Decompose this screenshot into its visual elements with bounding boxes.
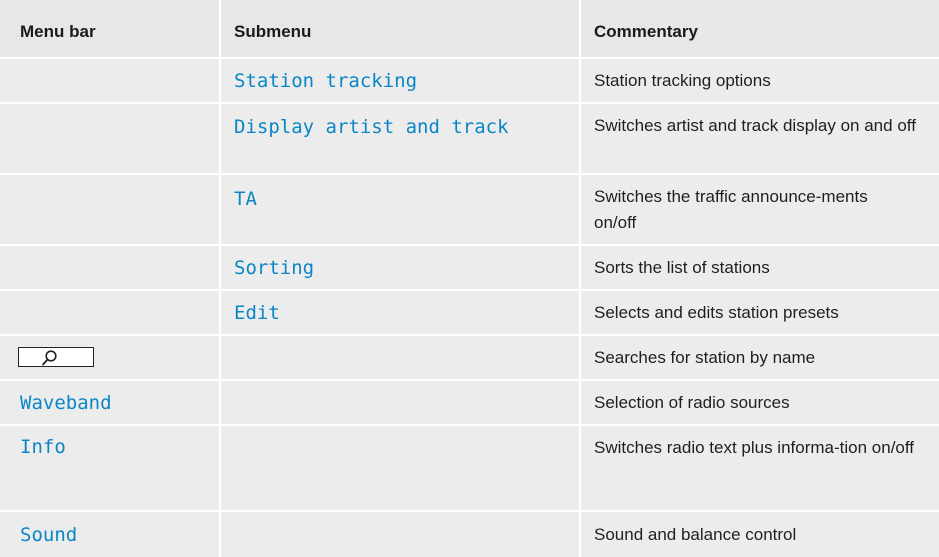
menu-info[interactable]: Info: [20, 434, 66, 460]
menu-cell: [0, 246, 219, 289]
header-submenu: Submenu: [234, 22, 312, 41]
commentary-cell: Sorts the list of stations: [581, 246, 939, 289]
submenu-cell: [221, 381, 579, 424]
table-row: Waveband Selection of radio sources: [0, 381, 939, 424]
header-menu-bar: Menu bar: [20, 22, 96, 41]
commentary-text: Sound and balance control: [594, 525, 797, 544]
menu-table: Menu bar Submenu Commentary Station trac…: [0, 0, 939, 557]
menu-cell: [0, 175, 219, 244]
menu-cell: Info: [0, 426, 219, 510]
menu-sound[interactable]: Sound: [20, 522, 77, 548]
submenu-display-artist-and-track[interactable]: Display artist and track: [234, 114, 509, 140]
commentary-text: Station tracking options: [594, 71, 771, 90]
menu-cell: [0, 59, 219, 102]
submenu-sorting[interactable]: Sorting: [234, 255, 314, 281]
commentary-cell: Sound and balance control: [581, 512, 939, 557]
commentary-text: Switches the traffic announce-ments on/o…: [594, 187, 868, 232]
submenu-cell: Display artist and track: [221, 104, 579, 173]
submenu-cell: Station tracking: [221, 59, 579, 102]
commentary-cell: Switches radio text plus informa-tion on…: [581, 426, 939, 510]
submenu-cell: [221, 336, 579, 379]
table-row: Info Switches radio text plus informa-ti…: [0, 426, 939, 510]
table-row: Sorting Sorts the list of stations: [0, 246, 939, 289]
commentary-cell: Switches the traffic announce-ments on/o…: [581, 175, 939, 244]
commentary-cell: Searches for station by name: [581, 336, 939, 379]
search-button[interactable]: [18, 347, 94, 367]
submenu-cell: [221, 512, 579, 557]
submenu-edit[interactable]: Edit: [234, 300, 280, 326]
table-row: Sound Sound and balance control: [0, 512, 939, 557]
commentary-cell: Selection of radio sources: [581, 381, 939, 424]
table-row: Station tracking Station tracking option…: [0, 59, 939, 102]
menu-cell: [0, 336, 219, 379]
submenu-station-tracking[interactable]: Station tracking: [234, 68, 417, 94]
table-row: TA Switches the traffic announce-ments o…: [0, 175, 939, 244]
submenu-cell: [221, 426, 579, 510]
commentary-text: Selects and edits station presets: [594, 303, 839, 322]
commentary-text: Sorts the list of stations: [594, 258, 770, 277]
table-row: Display artist and track Switches artist…: [0, 104, 939, 173]
commentary-text: Switches radio text plus informa-tion on…: [594, 438, 915, 457]
commentary-text: Switches artist and track display on and…: [594, 116, 916, 135]
submenu-cell: Sorting: [221, 246, 579, 289]
commentary-text: Searches for station by name: [594, 348, 816, 367]
menu-cell: Waveband: [0, 381, 219, 424]
submenu-cell: TA: [221, 175, 579, 244]
header-cell-menu-bar: Menu bar: [0, 0, 219, 57]
menu-cell: [0, 104, 219, 173]
table-header-row: Menu bar Submenu Commentary: [0, 0, 939, 57]
menu-waveband[interactable]: Waveband: [20, 390, 112, 416]
commentary-cell: Switches artist and track display on and…: [581, 104, 939, 173]
commentary-cell: Selects and edits station presets: [581, 291, 939, 334]
table-row: Edit Selects and edits station presets: [0, 291, 939, 334]
menu-cell: Sound: [0, 512, 219, 557]
submenu-ta[interactable]: TA: [234, 186, 257, 212]
header-commentary: Commentary: [594, 22, 698, 41]
header-cell-submenu: Submenu: [221, 0, 579, 57]
commentary-text: Selection of radio sources: [594, 393, 790, 412]
menu-cell: [0, 291, 219, 334]
submenu-cell: Edit: [221, 291, 579, 334]
search-icon: [42, 350, 57, 366]
commentary-cell: Station tracking options: [581, 59, 939, 102]
table-row: Searches for station by name: [0, 336, 939, 379]
header-cell-commentary: Commentary: [581, 0, 939, 57]
